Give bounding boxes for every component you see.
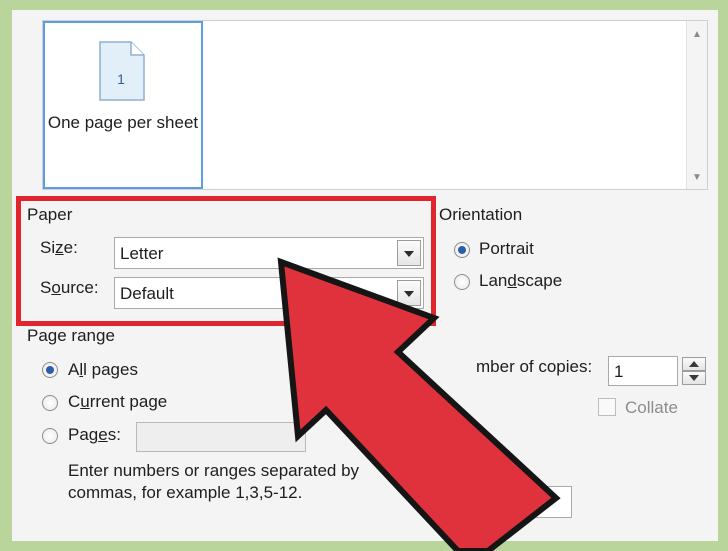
copies-increment-button[interactable] [682, 357, 706, 371]
landscape-label[interactable]: Landscape [479, 271, 562, 291]
copies-input[interactable]: 1 [608, 356, 678, 386]
portrait-label[interactable]: Portrait [479, 239, 534, 259]
pages-label[interactable]: Pages: [68, 425, 121, 445]
all-pages-label[interactable]: All pages [68, 360, 138, 380]
page-number: 1 [117, 71, 125, 87]
paper-size-select[interactable]: Letter [114, 237, 424, 269]
orientation-group-title: Orientation [439, 205, 523, 224]
pages-input[interactable] [136, 422, 306, 452]
two-sided-select[interactable]: Single [452, 486, 572, 518]
page-range-hint: Enter numbers or ranges separated by com… [68, 461, 360, 502]
two-sided-value: Single [458, 493, 506, 512]
size-label: Size: [40, 238, 78, 257]
landscape-radio[interactable] [454, 274, 470, 290]
scroll-down-icon[interactable]: ▼ [687, 172, 707, 183]
page-range-group-title: Page range [27, 326, 115, 345]
paper-source-select[interactable]: Default [114, 277, 424, 309]
portrait-radio[interactable] [454, 242, 470, 258]
paper-size-dropdown-button[interactable] [397, 240, 421, 266]
two-sided-label: 2-sid [438, 456, 475, 475]
list-scrollbar[interactable]: ▲ ▼ [686, 21, 707, 189]
layout-option-one-page-per-sheet[interactable]: 1 One page per sheet [43, 21, 203, 189]
paper-source-value: Default [120, 284, 174, 303]
collate-label: Collate [625, 398, 678, 417]
layout-list[interactable]: 1 One page per sheet ▲ ▼ [42, 20, 708, 190]
collate-checkbox[interactable] [598, 398, 616, 416]
page-icon: 1 [99, 41, 145, 106]
chevron-down-icon [404, 251, 414, 257]
all-pages-radio[interactable] [42, 362, 58, 378]
current-page-label[interactable]: Current page [68, 392, 167, 412]
current-page-radio[interactable] [42, 395, 58, 411]
layout-option-label: One page per sheet [47, 113, 199, 132]
pages-radio[interactable] [42, 428, 58, 444]
paper-group-title: Paper [27, 205, 73, 224]
chevron-down-icon [689, 375, 699, 381]
paper-source-dropdown-button[interactable] [397, 280, 421, 306]
paper-size-value: Letter [120, 244, 164, 263]
scroll-up-icon[interactable]: ▲ [687, 29, 707, 40]
copies-decrement-button[interactable] [682, 371, 706, 385]
chevron-up-icon [689, 361, 699, 367]
number-of-copies-label: mber of copies: [476, 357, 593, 376]
chevron-down-icon [404, 291, 414, 297]
print-dialog: 1 One page per sheet ▲ ▼ Paper Size: Let… [12, 10, 718, 541]
source-label: Source: [40, 278, 99, 297]
